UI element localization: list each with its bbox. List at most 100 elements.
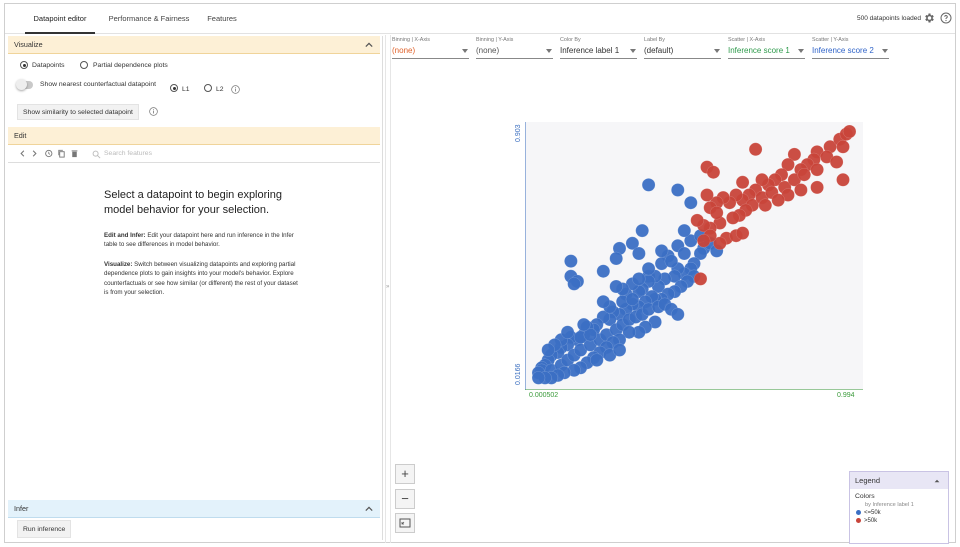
data-point-le50k[interactable]	[596, 264, 611, 278]
data-point-gt50k[interactable]	[758, 198, 773, 212]
data-point-le50k[interactable]	[541, 343, 555, 357]
data-point-le50k[interactable]	[677, 246, 692, 261]
data-point-le50k[interactable]	[632, 272, 646, 286]
zoom-out-button[interactable]: −	[395, 489, 415, 509]
visualize-title: Visualize	[14, 40, 43, 49]
data-point-gt50k[interactable]	[693, 272, 708, 286]
data-point-le50k[interactable]	[625, 292, 640, 306]
pdp-radio[interactable]	[80, 61, 88, 69]
data-point-gt50k[interactable]	[771, 193, 785, 207]
infer-chevron-up-icon[interactable]	[365, 505, 373, 513]
data-point-gt50k[interactable]	[706, 165, 721, 179]
scatter-y-dropdown[interactable]: Scatter | Y-Axis Inference score 2	[812, 37, 889, 63]
info-icon[interactable]	[231, 85, 240, 94]
edit-section-header[interactable]: Edit	[8, 127, 380, 145]
data-point-le50k[interactable]	[654, 244, 669, 258]
data-point-gt50k[interactable]	[709, 206, 724, 220]
data-point-le50k[interactable]	[684, 195, 698, 210]
infer-section-header[interactable]: Infer	[8, 500, 380, 518]
edit-toolbar: Search features	[8, 145, 380, 163]
legend-header[interactable]: Legend	[850, 472, 948, 489]
scatter-x-selected: Inference score 1	[728, 46, 790, 55]
help-icon[interactable]	[940, 12, 952, 24]
scatter-x-value[interactable]: Inference score 1	[728, 46, 805, 59]
copy-icon[interactable]	[57, 149, 66, 158]
binning-x-dropdown[interactable]: Binning | X-Axis (none)	[392, 37, 469, 63]
data-point-gt50k[interactable]	[829, 155, 844, 169]
binning-x-value[interactable]: (none)	[392, 46, 469, 59]
legend-chevron-up-icon[interactable]	[933, 477, 941, 485]
data-point-gt50k[interactable]	[696, 234, 711, 248]
data-point-gt50k[interactable]	[836, 140, 850, 154]
data-point-le50k[interactable]	[596, 294, 611, 309]
data-point-le50k[interactable]	[641, 178, 656, 192]
data-point-le50k[interactable]	[531, 371, 546, 385]
data-point-gt50k[interactable]	[735, 226, 750, 240]
data-point-le50k[interactable]	[564, 254, 578, 268]
data-point-le50k[interactable]	[609, 251, 623, 266]
data-point-gt50k[interactable]	[797, 167, 811, 182]
color-by-dropdown[interactable]: Color By Inference label 1	[560, 37, 637, 63]
legend-item-le50k-label: <=50k	[864, 510, 881, 517]
data-point-gt50k[interactable]	[842, 124, 857, 139]
data-point-gt50k[interactable]	[836, 173, 850, 187]
data-point-gt50k[interactable]	[748, 142, 763, 157]
color-by-selected: Inference label 1	[560, 46, 620, 55]
scatter-x-dropdown[interactable]: Scatter | X-Axis Inference score 1	[728, 37, 805, 63]
data-point-le50k[interactable]	[635, 223, 649, 238]
visualize-section-header[interactable]: Visualize	[8, 36, 380, 54]
show-similarity-button[interactable]: Show similarity to selected datapoint	[17, 104, 139, 120]
search-features-input[interactable]: Search features	[104, 150, 152, 157]
binning-y-value[interactable]: (none)	[476, 46, 553, 59]
data-point-le50k[interactable]	[577, 317, 591, 332]
label-by-dropdown[interactable]: Label By (default)	[644, 37, 721, 63]
tab-datapoint-editor[interactable]: Datapoint editor	[25, 4, 95, 34]
forward-arrow-icon[interactable]	[30, 149, 39, 158]
scatter-y-value[interactable]: Inference score 2	[812, 46, 889, 59]
scatter-plot[interactable]	[524, 122, 863, 391]
binning-y-dropdown[interactable]: Binning | Y-Axis (none)	[476, 37, 553, 63]
data-point-le50k[interactable]	[671, 183, 685, 197]
l2-radio[interactable]	[204, 84, 212, 92]
data-point-gt50k[interactable]	[735, 175, 750, 190]
label-by-value[interactable]: (default)	[644, 46, 721, 59]
data-point-le50k[interactable]	[612, 343, 627, 357]
history-icon[interactable]	[44, 149, 53, 158]
scatter-plot-svg[interactable]	[524, 122, 863, 391]
data-point-le50k[interactable]	[664, 254, 679, 268]
counterfactual-toggle[interactable]	[16, 79, 33, 90]
settings-gear-icon[interactable]	[923, 12, 935, 24]
run-inference-button[interactable]: Run inference	[17, 520, 72, 538]
l1-radio[interactable]	[170, 84, 178, 92]
edit-infer-help-heading: Edit and Infer:	[104, 232, 146, 239]
similarity-info-icon[interactable]	[149, 107, 158, 116]
tab-features[interactable]: Features	[201, 4, 243, 34]
empty-state-title: Select a datapoint to begin exploring mo…	[104, 189, 282, 216]
data-point-gt50k[interactable]	[810, 180, 824, 195]
data-point-le50k[interactable]	[641, 261, 656, 276]
data-point-gt50k[interactable]	[810, 162, 824, 177]
back-arrow-icon[interactable]	[18, 149, 27, 158]
data-point-gt50k[interactable]	[726, 211, 740, 225]
legend-dot-blue	[856, 510, 861, 515]
data-point-le50k[interactable]	[590, 353, 604, 367]
data-point-gt50k[interactable]	[690, 213, 704, 228]
datapoints-radio[interactable]	[20, 61, 28, 69]
data-point-le50k[interactable]	[560, 325, 575, 339]
panel-resize-handle-icon[interactable]: »	[386, 284, 389, 290]
delete-icon[interactable]	[70, 149, 79, 158]
data-point-le50k[interactable]	[677, 223, 692, 238]
data-point-le50k[interactable]	[609, 279, 623, 294]
data-point-le50k[interactable]	[567, 277, 581, 291]
color-by-value[interactable]: Inference label 1	[560, 46, 637, 59]
infer-title: Infer	[14, 504, 29, 513]
fit-to-screen-button[interactable]	[395, 513, 415, 533]
data-point-le50k[interactable]	[632, 246, 646, 261]
chevron-up-icon[interactable]	[365, 41, 373, 49]
data-point-gt50k[interactable]	[700, 188, 714, 202]
legend-item-gt50k-label: >50k	[864, 518, 878, 525]
tab-performance-fairness[interactable]: Performance & Fairness	[105, 4, 193, 34]
data-point-le50k[interactable]	[671, 307, 685, 322]
zoom-in-button[interactable]: +	[395, 464, 415, 484]
data-point-gt50k[interactable]	[794, 183, 808, 197]
